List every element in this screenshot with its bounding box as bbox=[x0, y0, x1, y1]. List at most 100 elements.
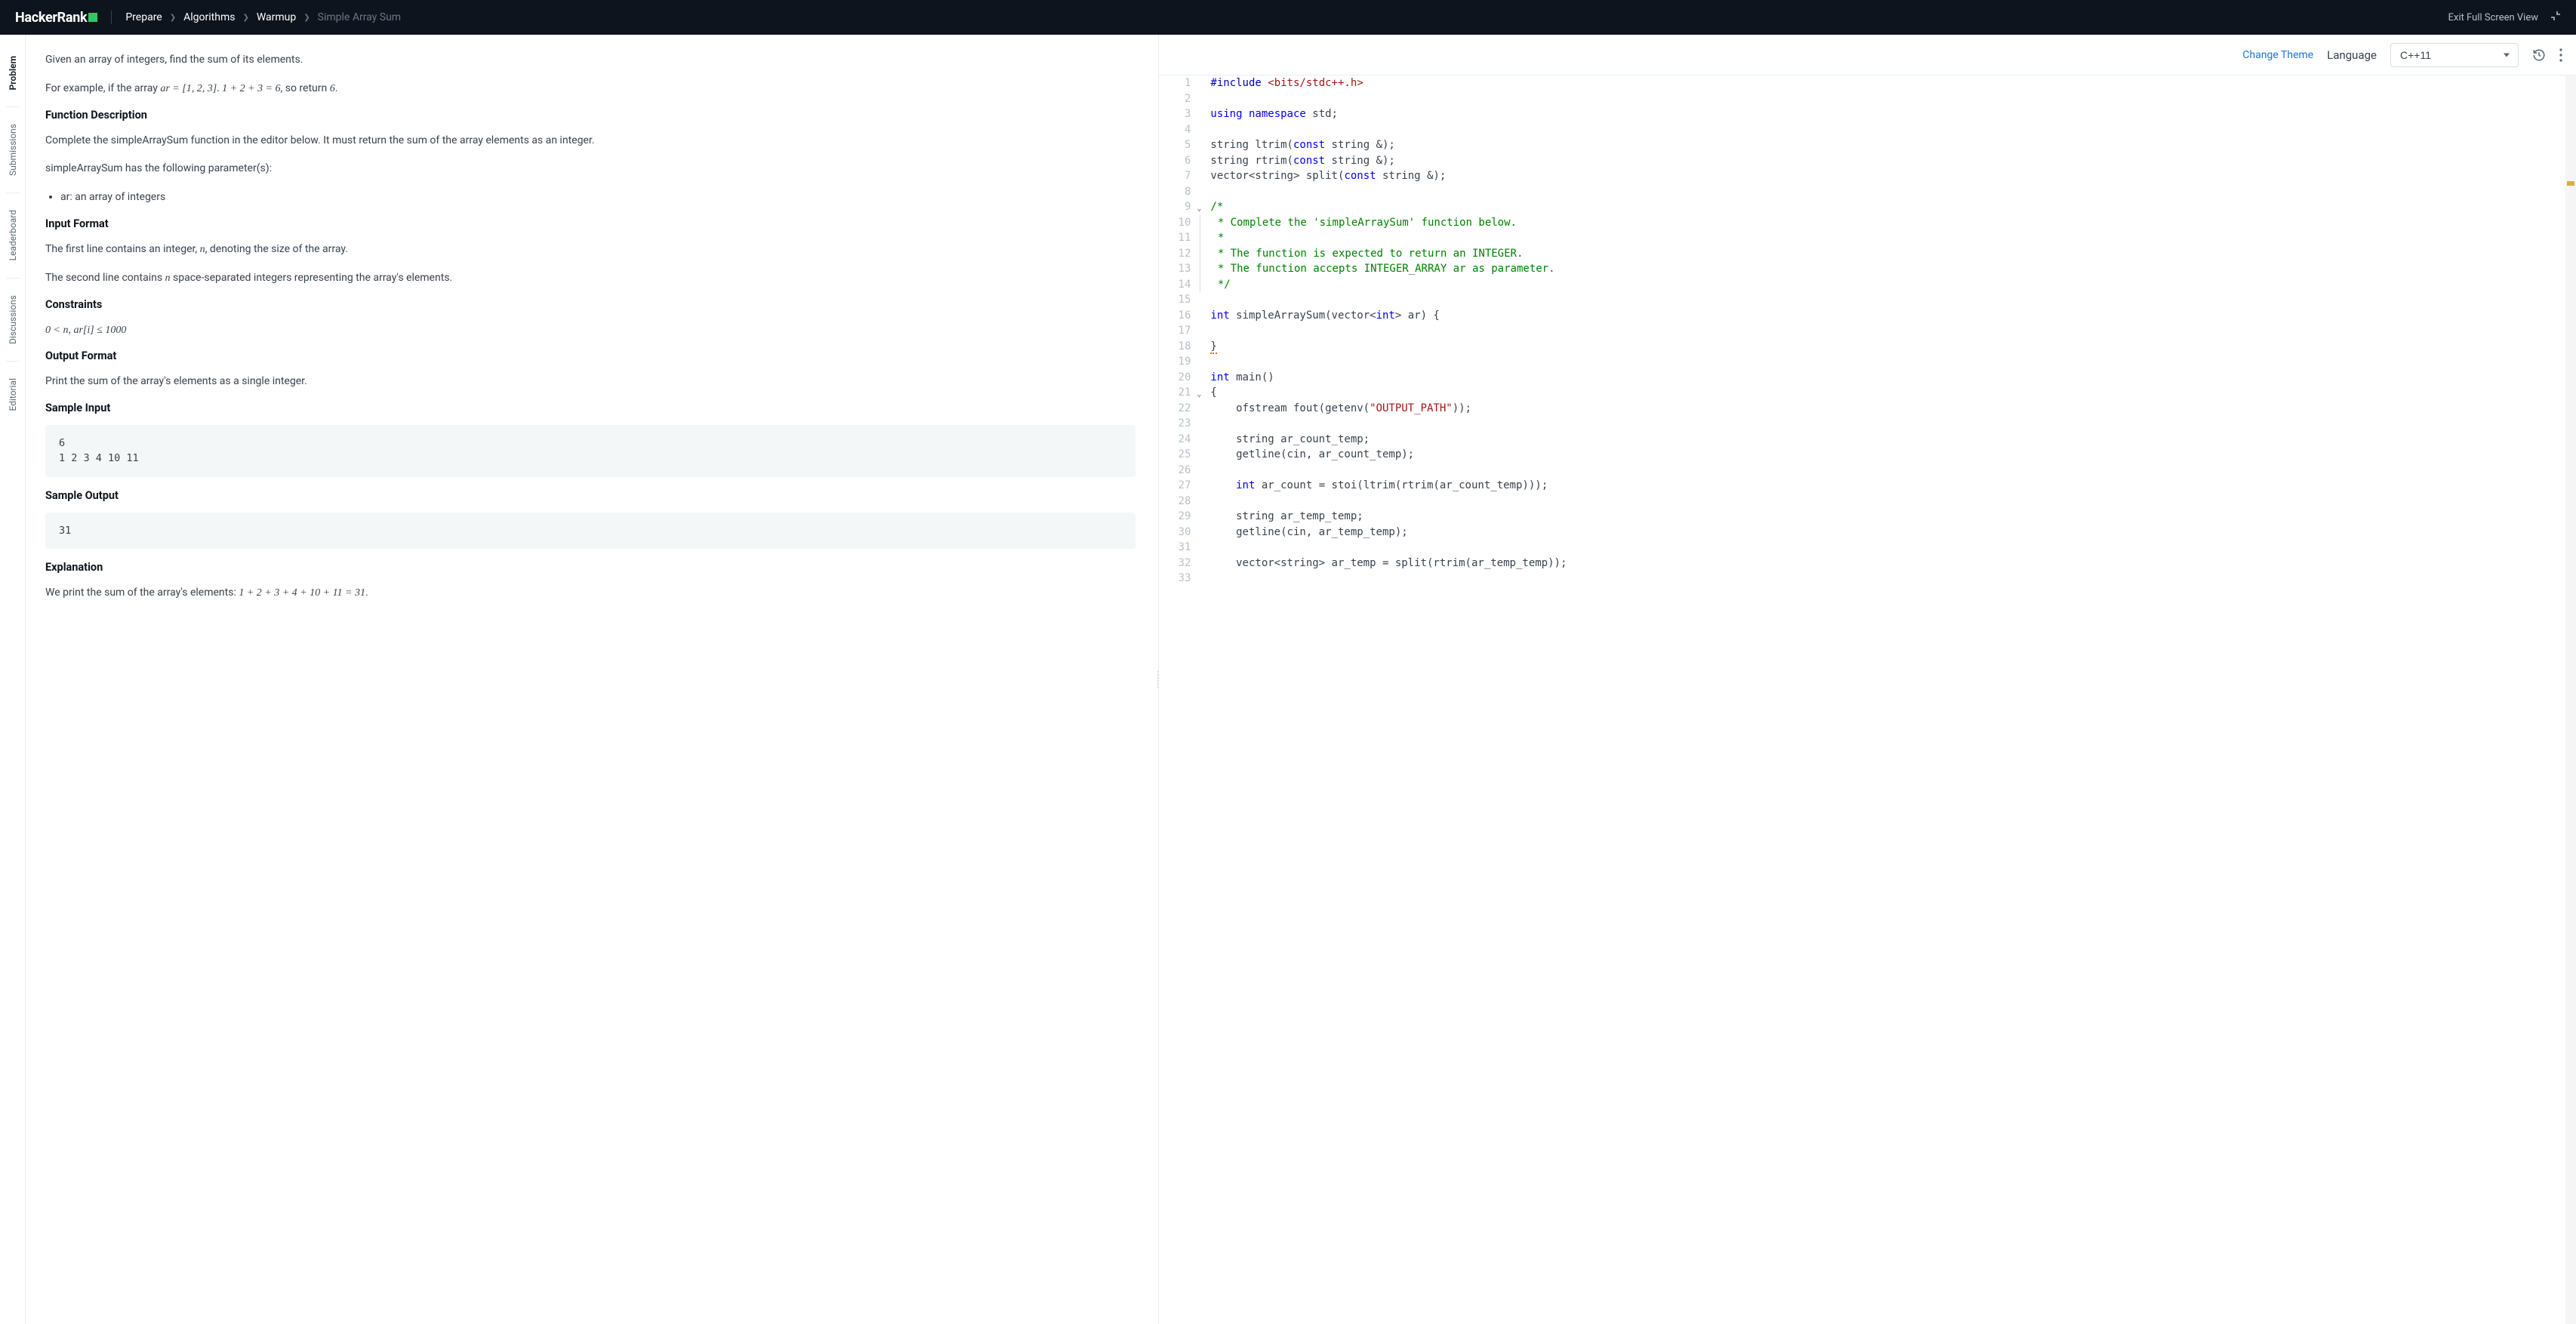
section-input-format: Input Format bbox=[45, 217, 1135, 230]
minimap-mark bbox=[2567, 181, 2574, 186]
code-line[interactable]: 3using namespace std; bbox=[1159, 106, 2576, 122]
tab-divider bbox=[6, 106, 20, 107]
code-text[interactable]: vector<string> split(const string &); bbox=[1200, 168, 1446, 184]
code-line[interactable]: 23 bbox=[1159, 416, 2576, 432]
code-text[interactable] bbox=[1200, 292, 1216, 308]
code-line[interactable]: 28 bbox=[1159, 494, 2576, 510]
code-text[interactable] bbox=[1200, 91, 1216, 107]
code-line[interactable]: 13 * The function accepts INTEGER_ARRAY … bbox=[1159, 261, 2576, 277]
code-line[interactable]: 6string rtrim(const string &); bbox=[1159, 153, 2576, 169]
workspace: Problem Submissions Leaderboard Discussi… bbox=[0, 35, 2576, 1324]
code-text[interactable] bbox=[1200, 122, 1216, 138]
history-icon[interactable] bbox=[2532, 48, 2546, 62]
code-line[interactable]: 18} bbox=[1159, 339, 2576, 355]
line-number: 27 bbox=[1159, 478, 1200, 494]
code-line[interactable]: 15 bbox=[1159, 292, 2576, 308]
line-number: 9⌄ bbox=[1159, 199, 1200, 215]
tab-editorial[interactable]: Editorial bbox=[8, 365, 18, 424]
section-output-format: Output Format bbox=[45, 349, 1135, 362]
code-line[interactable]: 29 string ar_temp_temp; bbox=[1159, 509, 2576, 525]
code-text[interactable]: using namespace std; bbox=[1200, 106, 1338, 122]
code-text[interactable]: string ar_temp_temp; bbox=[1200, 509, 1363, 525]
code-text[interactable]: int simpleArraySum(vector<int> ar) { bbox=[1200, 308, 1439, 324]
code-text[interactable]: int main() bbox=[1200, 370, 1274, 386]
code-line[interactable]: 14 */ bbox=[1159, 277, 2576, 293]
vertical-divider bbox=[111, 11, 112, 24]
code-line[interactable]: 7vector<string> split(const string &); bbox=[1159, 168, 2576, 184]
code-line[interactable]: 33 bbox=[1159, 571, 2576, 587]
code-line[interactable]: 12 * The function is expected to return … bbox=[1159, 246, 2576, 262]
code-line[interactable]: 24 string ar_count_temp; bbox=[1159, 432, 2576, 448]
code-line[interactable]: 16int simpleArraySum(vector<int> ar) { bbox=[1159, 308, 2576, 324]
code-line[interactable]: 31 bbox=[1159, 540, 2576, 556]
code-text[interactable]: * bbox=[1200, 230, 1224, 246]
code-text[interactable] bbox=[1200, 540, 1216, 556]
code-line[interactable]: 5string ltrim(const string &); bbox=[1159, 137, 2576, 153]
code-line[interactable]: 22 ofstream fout(getenv("OUTPUT_PATH")); bbox=[1159, 401, 2576, 417]
tab-leaderboard[interactable]: Leaderboard bbox=[8, 196, 18, 274]
chevron-right-icon: ❯ bbox=[242, 14, 248, 22]
code-line[interactable]: 27 int ar_count = stoi(ltrim(rtrim(ar_co… bbox=[1159, 478, 2576, 494]
code-line[interactable]: 30 getline(cin, ar_temp_temp); bbox=[1159, 525, 2576, 540]
breadcrumb-algorithms[interactable]: Algorithms bbox=[183, 11, 235, 23]
code-text[interactable]: getline(cin, ar_count_temp); bbox=[1200, 447, 1414, 463]
code-text[interactable]: string ltrim(const string &); bbox=[1200, 137, 1394, 153]
breadcrumb-prepare[interactable]: Prepare bbox=[125, 11, 162, 23]
code-text[interactable]: string ar_count_temp; bbox=[1200, 432, 1370, 448]
editor-pane: Change Theme Language C++11 1#include <b… bbox=[1159, 35, 2576, 1324]
more-icon[interactable] bbox=[2559, 48, 2562, 62]
code-text[interactable]: * Complete the 'simpleArraySum' function… bbox=[1200, 215, 1517, 231]
change-theme-link[interactable]: Change Theme bbox=[2242, 49, 2313, 61]
code-line[interactable]: 19 bbox=[1159, 354, 2576, 370]
code-line[interactable]: 2 bbox=[1159, 91, 2576, 107]
code-line[interactable]: 9⌄/* bbox=[1159, 199, 2576, 215]
code-text[interactable]: vector<string> ar_temp = split(rtrim(ar_… bbox=[1200, 556, 1567, 571]
code-line[interactable]: 21⌄{ bbox=[1159, 385, 2576, 401]
code-text[interactable]: ofstream fout(getenv("OUTPUT_PATH")); bbox=[1200, 401, 1471, 417]
breadcrumb: Prepare ❯ Algorithms ❯ Warmup ❯ Simple A… bbox=[125, 11, 401, 23]
tab-submissions[interactable]: Submissions bbox=[8, 110, 18, 189]
minimap-scrollbar[interactable] bbox=[2565, 75, 2576, 1324]
code-text[interactable] bbox=[1200, 571, 1216, 587]
code-line[interactable]: 32 vector<string> ar_temp = split(rtrim(… bbox=[1159, 556, 2576, 571]
code-text[interactable]: getline(cin, ar_temp_temp); bbox=[1200, 525, 1407, 540]
function-description-body: Complete the simpleArraySum function in … bbox=[45, 132, 1135, 150]
code-text[interactable]: * The function accepts INTEGER_ARRAY ar … bbox=[1200, 261, 1555, 277]
code-text[interactable] bbox=[1200, 494, 1216, 510]
collapse-icon[interactable] bbox=[2550, 11, 2561, 24]
line-number: 10 bbox=[1159, 215, 1200, 231]
code-line[interactable]: 26 bbox=[1159, 463, 2576, 479]
code-line[interactable]: 11 * bbox=[1159, 230, 2576, 246]
code-text[interactable]: * The function is expected to return an … bbox=[1200, 246, 1523, 262]
code-line[interactable]: 10 * Complete the 'simpleArraySum' funct… bbox=[1159, 215, 2576, 231]
code-text[interactable]: /* bbox=[1200, 199, 1223, 215]
code-text[interactable] bbox=[1200, 354, 1216, 370]
code-text[interactable]: } bbox=[1200, 339, 1216, 355]
code-text[interactable] bbox=[1200, 323, 1216, 339]
code-text[interactable]: string rtrim(const string &); bbox=[1200, 153, 1394, 169]
code-line[interactable]: 4 bbox=[1159, 122, 2576, 138]
tab-discussions[interactable]: Discussions bbox=[8, 282, 18, 358]
code-text[interactable]: int ar_count = stoi(ltrim(rtrim(ar_count… bbox=[1200, 478, 1548, 494]
language-select[interactable]: C++11 bbox=[2390, 43, 2519, 67]
problem-example: For example, if the array ar = [1, 2, 3]… bbox=[45, 80, 1135, 98]
problem-pane[interactable]: Given an array of integers, find the sum… bbox=[26, 35, 1159, 1324]
code-line[interactable]: 25 getline(cin, ar_count_temp); bbox=[1159, 447, 2576, 463]
code-line[interactable]: 20int main() bbox=[1159, 370, 2576, 386]
code-line[interactable]: 17 bbox=[1159, 323, 2576, 339]
code-text[interactable]: { bbox=[1200, 385, 1216, 401]
line-number: 14 bbox=[1159, 277, 1200, 293]
code-text[interactable] bbox=[1200, 463, 1216, 479]
line-number: 18 bbox=[1159, 339, 1200, 355]
breadcrumb-warmup[interactable]: Warmup bbox=[257, 11, 296, 23]
code-text[interactable]: #include <bits/stdc++.h> bbox=[1200, 75, 1363, 91]
tab-problem[interactable]: Problem bbox=[8, 42, 18, 103]
code-text[interactable]: */ bbox=[1200, 277, 1230, 293]
code-line[interactable]: 8 bbox=[1159, 184, 2576, 200]
exit-fullscreen-link[interactable]: Exit Full Screen View bbox=[2448, 12, 2538, 23]
code-text[interactable] bbox=[1200, 416, 1216, 432]
code-text[interactable] bbox=[1200, 184, 1216, 200]
code-line[interactable]: 1#include <bits/stdc++.h> bbox=[1159, 75, 2576, 91]
logo[interactable]: HackerRank bbox=[15, 10, 97, 26]
code-editor[interactable]: 1#include <bits/stdc++.h>2 3using namesp… bbox=[1159, 75, 2576, 1324]
